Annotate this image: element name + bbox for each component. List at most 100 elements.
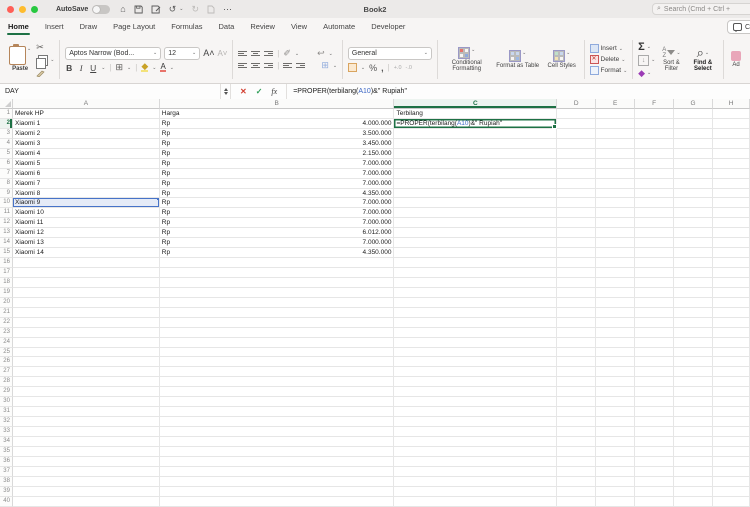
name-box[interactable]: DAY [0, 84, 220, 99]
cell-E4[interactable] [596, 139, 635, 149]
confirm-entry-button[interactable]: ✓ [256, 87, 263, 96]
cell-A24[interactable] [13, 338, 160, 348]
cell-G29[interactable] [674, 387, 713, 397]
row-header-5[interactable]: 5 [0, 149, 13, 159]
row-header-31[interactable]: 31 [0, 407, 13, 417]
cell-D16[interactable] [557, 258, 596, 268]
cell-B1[interactable]: Harga [160, 109, 395, 119]
cell-C25[interactable] [394, 348, 557, 358]
cell-D40[interactable] [557, 497, 596, 507]
decrease-indent-button[interactable] [283, 63, 292, 68]
cell-C19[interactable] [394, 288, 557, 298]
increase-decimal-button[interactable]: +.0 [394, 65, 402, 71]
cell-D6[interactable] [557, 159, 596, 169]
row-header-15[interactable]: 15 [0, 248, 13, 258]
cell-C40[interactable] [394, 497, 557, 507]
merge-dropdown-icon[interactable]: ⌄ [333, 63, 337, 69]
row-header-29[interactable]: 29 [0, 387, 13, 397]
cell-H33[interactable] [713, 427, 750, 437]
cell-F23[interactable] [635, 328, 674, 338]
cell-E24[interactable] [596, 338, 635, 348]
tab-insert[interactable]: Insert [37, 18, 72, 35]
row-header-8[interactable]: 8 [0, 179, 13, 189]
accounting-format-icon[interactable] [348, 63, 357, 72]
cell-F14[interactable] [635, 238, 674, 248]
cell-H23[interactable] [713, 328, 750, 338]
save-icon[interactable] [134, 5, 143, 14]
cell-F37[interactable] [635, 467, 674, 477]
cell-C6[interactable] [394, 159, 557, 169]
cell-F11[interactable] [635, 208, 674, 218]
cell-E5[interactable] [596, 149, 635, 159]
cell-E35[interactable] [596, 447, 635, 457]
row-header-39[interactable]: 39 [0, 487, 13, 497]
cell-F7[interactable] [635, 169, 674, 179]
cell-A10[interactable]: Xiaomi 9 [13, 198, 160, 208]
cell-A7[interactable]: Xiaomi 6 [13, 169, 160, 179]
cell-B10[interactable]: Rp7.000.000 [160, 198, 395, 208]
format-cells-button[interactable]: Format⌄ [590, 66, 628, 75]
cell-C20[interactable] [394, 298, 557, 308]
cell-F3[interactable] [635, 129, 674, 139]
cell-H16[interactable] [713, 258, 750, 268]
cell-A29[interactable] [13, 387, 160, 397]
comments-button[interactable]: C [727, 20, 750, 34]
cell-A19[interactable] [13, 288, 160, 298]
cell-G20[interactable] [674, 298, 713, 308]
clear-button[interactable]: ◆⌄ [638, 68, 655, 79]
tab-draw[interactable]: Draw [72, 18, 106, 35]
cell-B9[interactable]: Rp4.350.000 [160, 189, 395, 199]
cell-H25[interactable] [713, 348, 750, 358]
cell-H9[interactable] [713, 189, 750, 199]
cell-D3[interactable] [557, 129, 596, 139]
comma-style-button[interactable]: , [381, 63, 384, 73]
cell-D18[interactable] [557, 278, 596, 288]
cell-H37[interactable] [713, 467, 750, 477]
cell-B19[interactable] [160, 288, 395, 298]
row-header-32[interactable]: 32 [0, 417, 13, 427]
row-header-23[interactable]: 23 [0, 328, 13, 338]
cell-A5[interactable]: Xiaomi 4 [13, 149, 160, 159]
cell-D11[interactable] [557, 208, 596, 218]
cell-E1[interactable] [596, 109, 635, 119]
cell-D28[interactable] [557, 377, 596, 387]
paste-button[interactable]: ⌄ Paste [7, 46, 33, 73]
cell-D9[interactable] [557, 189, 596, 199]
cell-G18[interactable] [674, 278, 713, 288]
cell-E14[interactable] [596, 238, 635, 248]
row-header-14[interactable]: 14 [0, 238, 13, 248]
cell-C4[interactable] [394, 139, 557, 149]
cell-G14[interactable] [674, 238, 713, 248]
row-header-12[interactable]: 12 [0, 218, 13, 228]
row-header-3[interactable]: 3 [0, 129, 13, 139]
cell-H15[interactable] [713, 248, 750, 258]
cell-C5[interactable] [394, 149, 557, 159]
row-header-11[interactable]: 11 [0, 208, 13, 218]
cell-E23[interactable] [596, 328, 635, 338]
cell-D27[interactable] [557, 367, 596, 377]
cell-A26[interactable] [13, 357, 160, 367]
align-center-button[interactable] [251, 63, 260, 68]
cell-G13[interactable] [674, 228, 713, 238]
cell-E8[interactable] [596, 179, 635, 189]
cell-A11[interactable]: Xiaomi 10 [13, 208, 160, 218]
cell-A38[interactable] [13, 477, 160, 487]
cell-B5[interactable]: Rp2.150.000 [160, 149, 395, 159]
cell-F26[interactable] [635, 357, 674, 367]
cell-D31[interactable] [557, 407, 596, 417]
cell-G1[interactable] [674, 109, 713, 119]
cell-D22[interactable] [557, 318, 596, 328]
cell-C2[interactable]: =PROPER(terbilang(A10)&" Rupiah" [394, 119, 557, 129]
cell-F2[interactable] [635, 119, 674, 129]
cell-A20[interactable] [13, 298, 160, 308]
font-color-button[interactable]: A [160, 63, 165, 72]
align-left-button[interactable] [238, 63, 247, 68]
cell-G16[interactable] [674, 258, 713, 268]
cell-B20[interactable] [160, 298, 395, 308]
cell-H18[interactable] [713, 278, 750, 288]
col-header-E[interactable]: E [596, 99, 635, 109]
search-input[interactable]: ⌕ Search (Cmd + Ctrl + [652, 3, 750, 15]
cell-G22[interactable] [674, 318, 713, 328]
cell-E26[interactable] [596, 357, 635, 367]
font-color-dropdown-icon[interactable]: ⌄ [170, 65, 174, 71]
